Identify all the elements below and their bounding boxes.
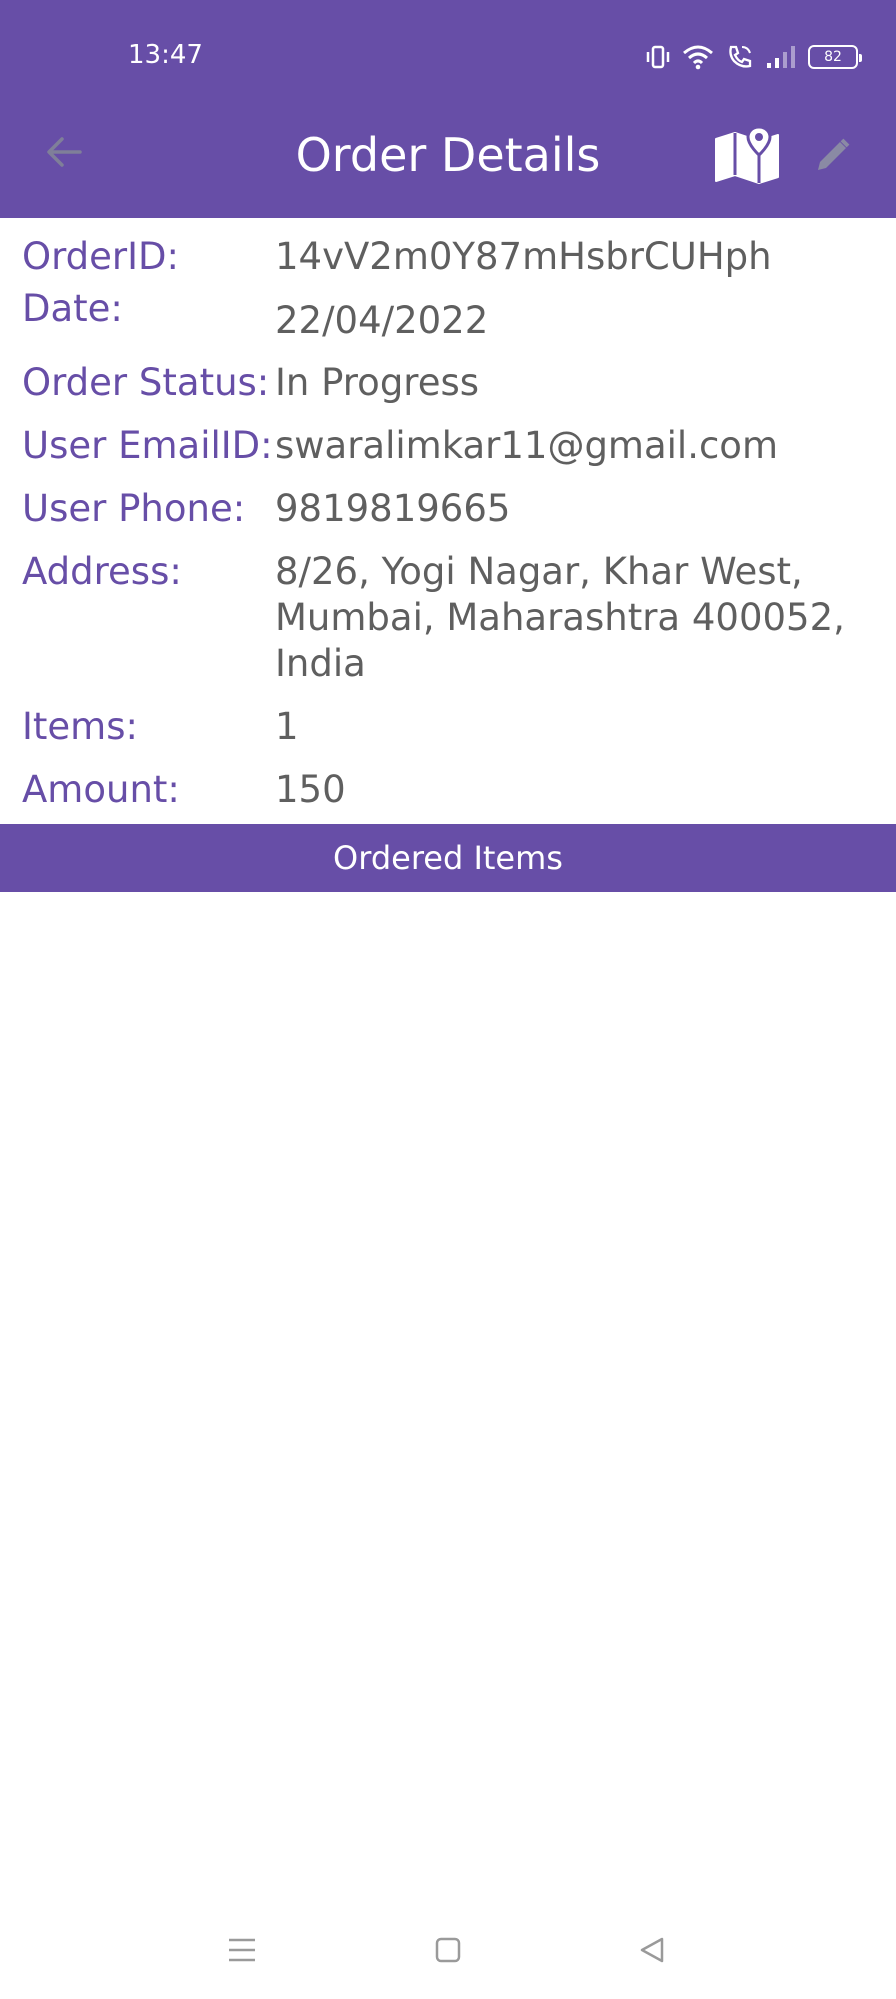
signal-icon (766, 45, 796, 69)
wifi-call-icon (726, 43, 754, 71)
edit-button[interactable] (808, 132, 856, 180)
pencil-icon (818, 138, 850, 170)
status-icons: 82 (646, 40, 862, 74)
system-nav-bar (0, 1920, 896, 1980)
email-label: User EmailID: (22, 424, 273, 467)
email-value: swaralimkar11@gmail.com (275, 424, 778, 467)
vibrate-icon (646, 44, 670, 70)
battery-level: 82 (824, 49, 842, 65)
menu-icon (229, 1938, 255, 1962)
date-label: Date: (22, 287, 123, 330)
order-id-value: 14vV2m0Y87mHsbrCUHph (275, 235, 772, 278)
home-icon (435, 1937, 461, 1963)
phone-value: 9819819665 (275, 487, 511, 530)
battery-icon: 82 (808, 45, 862, 69)
phone-label: User Phone: (22, 487, 246, 530)
map-icon (715, 125, 779, 184)
status-time: 13:47 (128, 40, 203, 70)
address-label: Address: (22, 550, 182, 593)
items-value: 1 (275, 705, 299, 748)
recent-apps-button[interactable] (212, 1920, 272, 1980)
amount-value: 150 (275, 768, 346, 811)
order-id-label: OrderID: (22, 235, 180, 278)
ordered-items-header: Ordered Items (0, 824, 896, 892)
date-value: 22/04/2022 (275, 299, 489, 342)
order-status-value: In Progress (275, 361, 480, 404)
back-triangle-icon (640, 1937, 664, 1963)
app-header: 13:47 82 Order Details (0, 0, 896, 218)
items-label: Items: (22, 705, 138, 748)
map-button[interactable] (712, 124, 782, 188)
address-value: 8/26, Yogi Nagar, Khar West, Mumbai, Mah… (275, 550, 845, 685)
amount-label: Amount: (22, 768, 180, 811)
order-status-label: Order Status: (22, 361, 270, 404)
system-back-button[interactable] (622, 1920, 682, 1980)
wifi-icon (682, 44, 714, 70)
home-button[interactable] (418, 1920, 478, 1980)
